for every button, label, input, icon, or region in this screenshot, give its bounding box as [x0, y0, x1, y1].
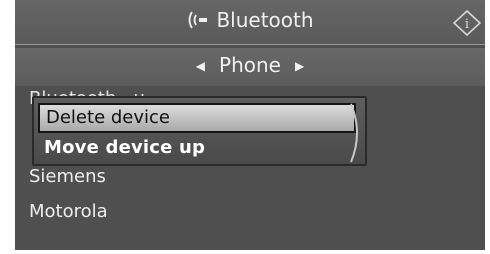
- menu-item-delete-device[interactable]: Delete device: [38, 103, 356, 133]
- list-item-siemens[interactable]: Siemens: [29, 166, 106, 187]
- page-title: Bluetooth: [216, 8, 314, 32]
- chevron-right-icon[interactable]: ▶: [295, 59, 304, 73]
- category-selector[interactable]: ◀ Phone ▶: [15, 48, 485, 86]
- menu-item-label: Delete device: [46, 107, 170, 128]
- list-item-motorola[interactable]: Motorola: [29, 201, 108, 222]
- category-title: Phone: [219, 53, 281, 77]
- context-menu-frame: Delete device Move device up: [32, 96, 367, 166]
- menu-item-move-device-up[interactable]: Move device up: [38, 134, 356, 162]
- title-bar: Bluetooth i: [15, 0, 485, 45]
- menu-item-label: Move device up: [44, 137, 206, 158]
- category-title-area: ◀ Phone ▶: [15, 53, 485, 77]
- bluetooth-signal-icon: [186, 10, 208, 30]
- chevron-left-icon[interactable]: ◀: [196, 59, 205, 73]
- title-area: Bluetooth: [15, 8, 485, 32]
- screen: Bluetooth i ◀Phone▶ Bluetooth...u Delete…: [0, 0, 490, 254]
- menu-scroll-arc: [350, 103, 358, 163]
- svg-text:i: i: [465, 17, 469, 32]
- info-icon[interactable]: i: [452, 9, 482, 37]
- bluetooth-phone-panel: Bluetooth i ◀Phone▶ Bluetooth...u Delete…: [15, 0, 485, 250]
- context-menu: Delete device Move device up: [32, 96, 367, 166]
